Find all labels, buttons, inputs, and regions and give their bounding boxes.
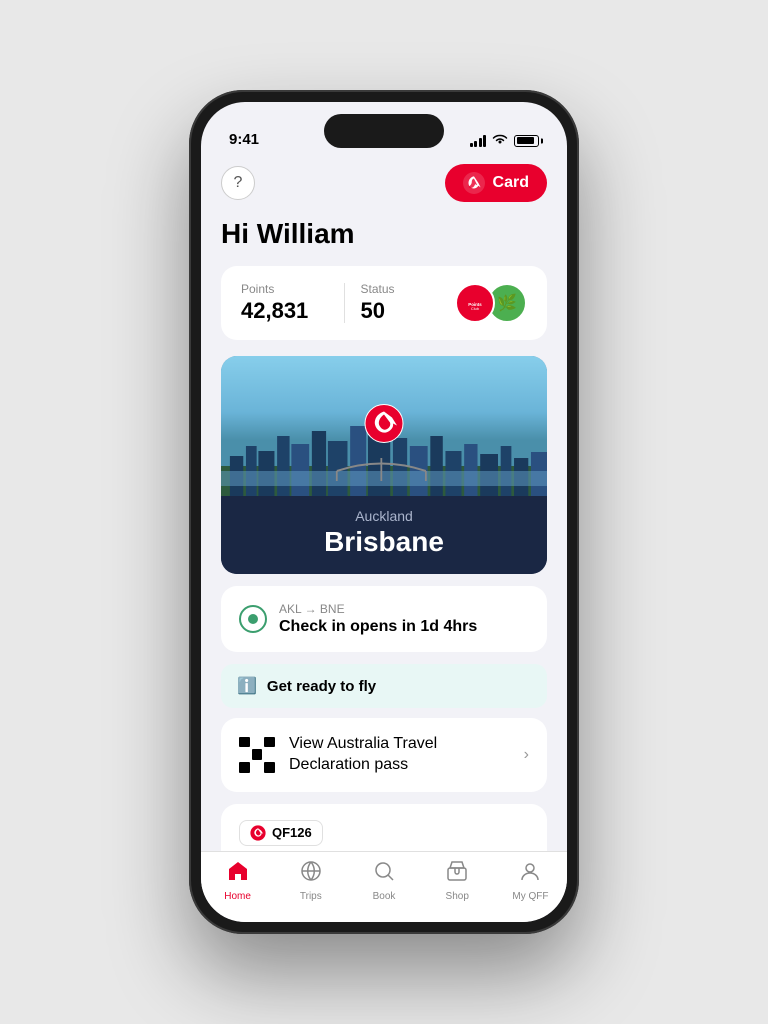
wifi-icon <box>492 133 508 148</box>
trips-icon <box>300 860 322 888</box>
scroll-content[interactable]: ? Card Hi William Points 42,831 <box>201 156 567 851</box>
badge-group: Points Club 🌿 <box>455 283 527 323</box>
shop-icon <box>446 860 468 888</box>
nav-home[interactable]: Home <box>201 860 274 902</box>
qr-code-icon <box>239 737 275 773</box>
help-button[interactable]: ? <box>221 166 255 200</box>
flight-route-text: AKL → BNE <box>279 602 345 616</box>
svg-text:Points: Points <box>468 302 482 307</box>
checkin-card[interactable]: AKL → BNE Check in opens in 1d 4hrs <box>221 586 547 652</box>
nav-book-label: Book <box>373 891 396 902</box>
status-label: Status <box>361 282 448 296</box>
status-value: 50 <box>361 298 448 324</box>
nav-shop-label: Shop <box>446 891 469 902</box>
flight-route: AKL → BNE <box>279 602 529 616</box>
phone-screen: 9:41 <box>201 102 567 922</box>
bottom-nav: Home Trips Book <box>201 851 567 922</box>
chevron-right-icon: › <box>524 746 529 764</box>
card-button[interactable]: Card <box>445 164 547 202</box>
flight-detail-card[interactable]: QF126 Auckland 16:35 ✈ 3h 45min <box>221 804 547 851</box>
flight-info-text: AKL → BNE Check in opens in 1d 4hrs <box>279 602 529 636</box>
points-label: Points <box>241 282 328 296</box>
nav-trips-label: Trips <box>300 891 322 902</box>
points-value: 42,831 <box>241 298 328 324</box>
nav-book[interactable]: Book <box>347 860 420 902</box>
signal-icon <box>470 135 487 147</box>
flight-status-text: Check in opens in 1d 4hrs <box>279 618 529 636</box>
qantas-badge-logo: Points Club <box>464 292 486 314</box>
flight-badge: QF126 <box>239 820 323 846</box>
destination-footer: Auckland Brisbane <box>221 496 547 574</box>
points-section: Points 42,831 <box>241 282 328 324</box>
nav-myqff[interactable]: My QFF <box>494 860 567 902</box>
declaration-card[interactable]: View Australia Travel Declaration pass › <box>221 718 547 792</box>
status-section: Status 50 <box>361 282 448 324</box>
battery-icon <box>514 135 539 147</box>
ready-text: Get ready to fly <box>267 678 376 695</box>
flight-indicator-inner <box>248 614 258 624</box>
points-card: Points 42,831 Status 50 Points Club <box>221 266 547 340</box>
points-club-badge: Points Club <box>455 283 495 323</box>
home-icon <box>227 860 249 888</box>
nav-home-label: Home <box>224 891 251 902</box>
phone-frame: 9:41 <box>189 90 579 934</box>
qantas-logo-small <box>463 172 485 194</box>
card-button-label: Card <box>493 174 529 192</box>
destination-from: Auckland <box>241 508 527 524</box>
flight-indicator <box>239 605 267 633</box>
top-bar: ? Card <box>201 156 567 214</box>
status-time: 9:41 <box>229 131 259 148</box>
ready-banner: ℹ️ Get ready to fly <box>221 664 547 708</box>
flight-badge-logo <box>250 825 266 841</box>
declaration-text: View Australia Travel Declaration pass <box>289 734 510 776</box>
status-icons <box>470 133 540 148</box>
dynamic-island <box>324 114 444 148</box>
points-divider <box>344 283 345 323</box>
nav-trips[interactable]: Trips <box>274 860 347 902</box>
book-icon <box>373 860 395 888</box>
destination-card[interactable]: Auckland Brisbane <box>221 356 547 574</box>
myqff-icon <box>519 860 541 888</box>
svg-text:Club: Club <box>471 307 479 311</box>
nav-myqff-label: My QFF <box>512 891 548 902</box>
greeting: Hi William <box>201 214 567 266</box>
destination-to: Brisbane <box>241 526 527 558</box>
nav-shop[interactable]: Shop <box>421 860 494 902</box>
info-icon: ℹ️ <box>237 676 257 696</box>
qantas-logo-overlay <box>364 404 404 449</box>
destination-image <box>221 356 547 496</box>
flight-number: QF126 <box>272 825 312 840</box>
